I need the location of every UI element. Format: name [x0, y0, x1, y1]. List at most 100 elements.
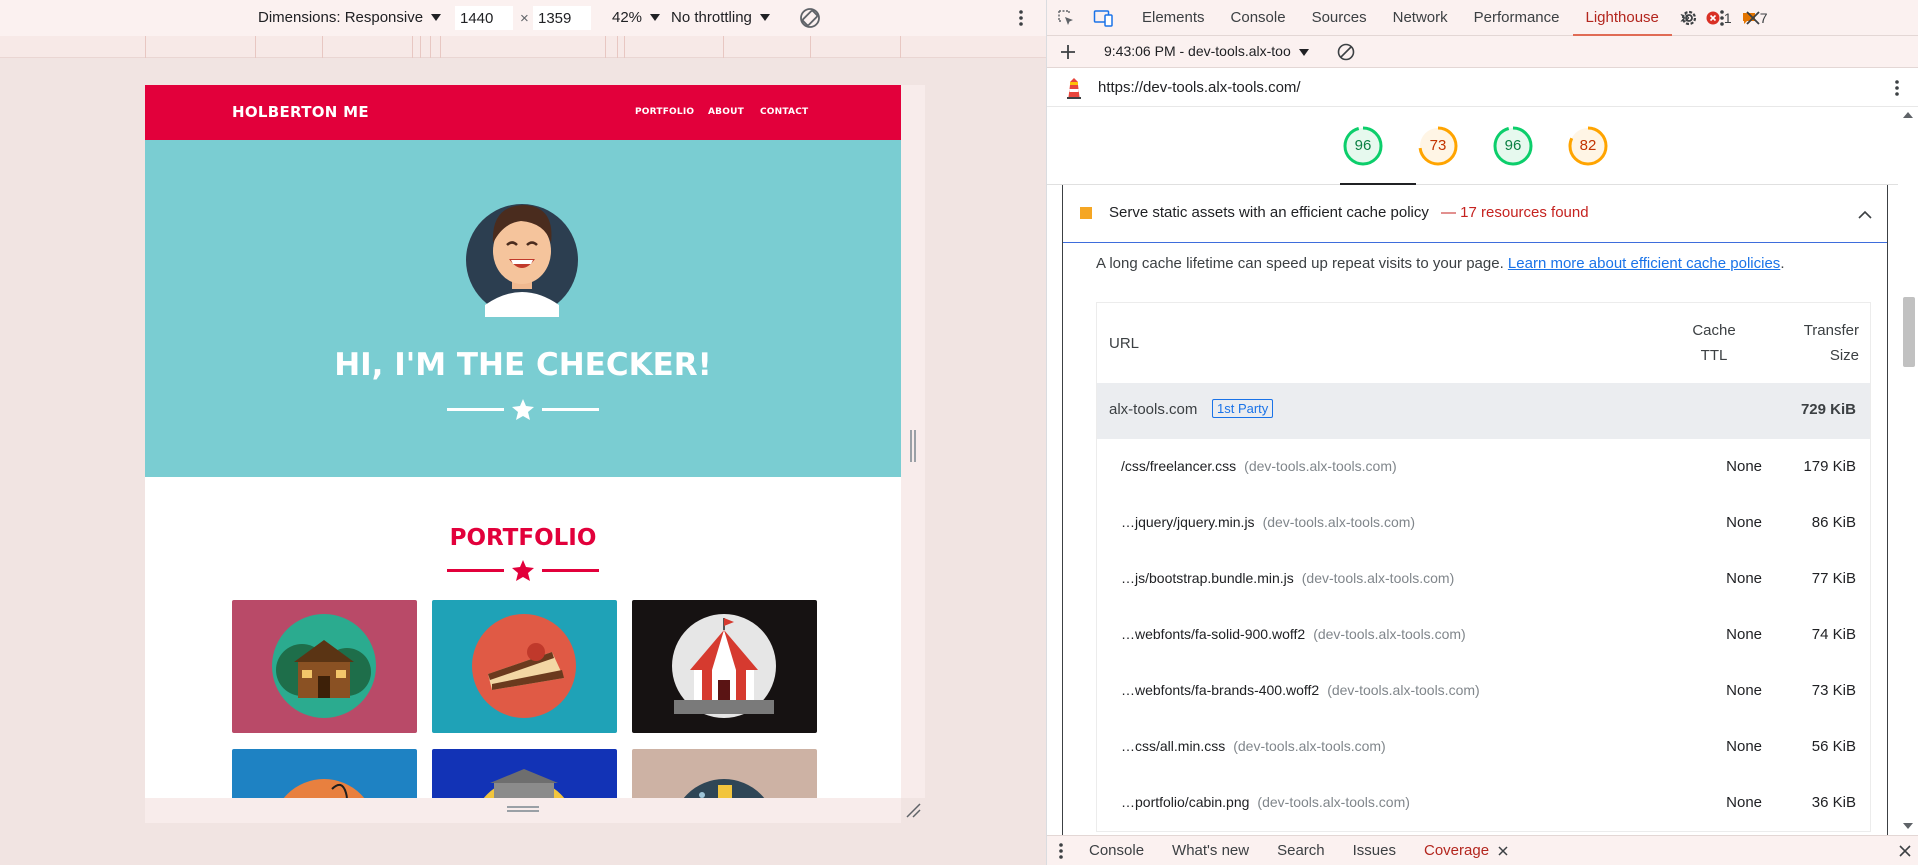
report-scrollbar[interactable]	[1898, 107, 1918, 835]
learn-more-link[interactable]: Learn more about efficient cache policie…	[1508, 255, 1780, 272]
clear-reports-icon[interactable]	[1336, 42, 1356, 62]
collapse-chevron-up-icon[interactable]	[1857, 207, 1873, 221]
group-size: 729 KiB	[1800, 401, 1856, 418]
table-row[interactable]: /css/freelancer.css (dev-tools.alx-tools.…	[1097, 439, 1870, 495]
column-transfer-size-line1: Transfer	[1803, 322, 1859, 339]
portfolio-tile-cabin[interactable]	[232, 600, 417, 733]
report-url[interactable]: https://dev-tools.alx-tools.com/	[1098, 79, 1301, 96]
scroll-down-arrow-icon[interactable]	[1898, 819, 1918, 833]
inspect-element-icon[interactable]	[1047, 0, 1085, 36]
drawer-tab-coverage[interactable]: Coverage	[1410, 836, 1495, 865]
row-url[interactable]: …webfonts/fa-solid-900.woff2	[1121, 626, 1305, 642]
score-gauges: 96 73 96 82	[1047, 107, 1918, 185]
scroll-thumb[interactable]	[1903, 297, 1915, 367]
audit-description-end: .	[1780, 255, 1785, 272]
site-navbar: HOLBERTON ME PORTFOLIO ABOUT CONTACT	[145, 85, 901, 140]
close-devtools-icon[interactable]	[1743, 8, 1763, 28]
row-url[interactable]: …webfonts/fa-brands-400.woff2	[1121, 682, 1319, 698]
portfolio-tile-submarine[interactable]	[632, 749, 817, 798]
table-row[interactable]: …css/all.min.css (dev-tools.alx-tools.com…	[1097, 719, 1870, 775]
viewport-resize-handle-bottom[interactable]	[145, 798, 901, 823]
devtools-menu-icon[interactable]	[1714, 8, 1730, 28]
tab-network[interactable]: Network	[1380, 0, 1461, 36]
row-url[interactable]: /css/freelancer.css	[1121, 458, 1236, 474]
drawer-tab-whats-new[interactable]: What's new	[1158, 836, 1263, 865]
table-row[interactable]: …webfonts/fa-brands-400.woff2 (dev-tools.…	[1097, 663, 1870, 719]
drawer-menu-icon[interactable]	[1047, 836, 1075, 865]
row-cache-ttl: None	[1726, 626, 1762, 643]
gauge-accessibility[interactable]: 73	[1417, 125, 1459, 167]
row-url[interactable]: …css/all.min.css	[1121, 738, 1225, 754]
drawer-tab-search[interactable]: Search	[1263, 836, 1339, 865]
table-row[interactable]: …webfonts/fa-solid-900.woff2 (dev-tools.a…	[1097, 607, 1870, 663]
group-host: alx-tools.com	[1109, 401, 1198, 418]
table-row[interactable]: …js/bootstrap.bundle.min.js (dev-tools.al…	[1097, 551, 1870, 607]
more-options-icon[interactable]	[1013, 8, 1029, 28]
gauge-seo[interactable]: 82	[1567, 125, 1609, 167]
table-row[interactable]: …jquery/jquery.min.js (dev-tools.alx-tool…	[1097, 495, 1870, 551]
drawer-tab-issues[interactable]: Issues	[1339, 836, 1410, 865]
corner-resize-icon[interactable]	[902, 799, 924, 821]
scroll-up-arrow-icon[interactable]	[1898, 109, 1918, 123]
tab-lighthouse[interactable]: Lighthouse	[1572, 0, 1672, 36]
media-query-ruler[interactable]	[0, 36, 1046, 58]
audit-header[interactable]: Serve static assets with an efficient ca…	[1063, 185, 1887, 243]
device-toolbar: Dimensions: Responsive × 42% No throttli…	[0, 0, 1046, 36]
row-host: (dev-tools.alx-tools.com)	[1233, 738, 1386, 754]
settings-gear-icon[interactable]	[1678, 7, 1700, 29]
hero-title: HI, I'M THE CHECKER!	[334, 347, 712, 383]
row-transfer-size: 77 KiB	[1811, 570, 1856, 587]
device-emulation-pane: Dimensions: Responsive × 42% No throttli…	[0, 0, 1046, 865]
drawer-tab-console[interactable]: Console	[1075, 836, 1158, 865]
row-host: (dev-tools.alx-tools.com)	[1244, 458, 1397, 474]
height-input[interactable]	[533, 6, 591, 30]
column-transfer-size-line2: Size	[1829, 347, 1859, 364]
column-transfer-size: Transfer Size	[1797, 318, 1859, 368]
close-coverage-tab-icon[interactable]	[1495, 836, 1511, 865]
row-host: (dev-tools.alx-tools.com)	[1327, 682, 1480, 698]
row-cache-ttl: None	[1726, 738, 1762, 755]
report-selector[interactable]: 9:43:06 PM - dev-tools.alx-too	[1104, 43, 1309, 59]
portfolio-tile-safe[interactable]	[432, 749, 617, 798]
row-cache-ttl: None	[1726, 794, 1762, 811]
nav-link-portfolio[interactable]: PORTFOLIO	[635, 107, 694, 117]
row-url[interactable]: …js/bootstrap.bundle.min.js	[1121, 570, 1294, 586]
viewport-resize-handle-right[interactable]	[901, 85, 925, 798]
audit-description: A long cache lifetime can speed up repea…	[1096, 255, 1784, 272]
nav-link-about[interactable]: ABOUT	[708, 107, 744, 117]
row-host: (dev-tools.alx-tools.com)	[1257, 794, 1410, 810]
zoom-dropdown[interactable]: 42%	[612, 9, 661, 26]
device-toolbar-toggle-icon[interactable]	[1085, 0, 1121, 36]
avatar	[466, 204, 578, 317]
row-host: (dev-tools.alx-tools.com)	[1301, 570, 1455, 586]
tab-elements[interactable]: Elements	[1129, 0, 1218, 36]
dimensions-dropdown[interactable]: Dimensions: Responsive	[258, 9, 442, 26]
portfolio-tile-circus[interactable]	[632, 600, 817, 733]
table-group-row: alx-tools.com 1st Party 729 KiB	[1097, 383, 1870, 439]
gauge-score: 82	[1579, 137, 1597, 154]
row-transfer-size: 86 KiB	[1811, 514, 1856, 531]
close-drawer-icon[interactable]	[1897, 843, 1913, 859]
average-status-icon	[1080, 207, 1092, 219]
row-url[interactable]: …jquery/jquery.min.js	[1121, 514, 1255, 530]
width-input[interactable]	[455, 6, 513, 30]
drawer-tab-bar: Console What's new Search Issues Coverag…	[1047, 835, 1918, 865]
tab-performance[interactable]: Performance	[1461, 0, 1573, 36]
new-report-plus-icon[interactable]	[1059, 43, 1077, 61]
row-url[interactable]: …portfolio/cabin.png	[1121, 794, 1249, 810]
submarine-icon	[683, 779, 765, 798]
throttling-dropdown[interactable]: No throttling	[671, 9, 770, 26]
portfolio-tile-game[interactable]	[232, 749, 417, 798]
tab-sources[interactable]: Sources	[1299, 0, 1380, 36]
gauge-performance[interactable]: 96	[1342, 125, 1384, 167]
rotate-icon[interactable]	[797, 5, 823, 31]
nav-link-contact[interactable]: CONTACT	[760, 107, 808, 117]
devtools-panel: Elements Console Sources Network Perform…	[1046, 0, 1918, 865]
tab-console[interactable]: Console	[1218, 0, 1299, 36]
site-brand[interactable]: HOLBERTON ME	[232, 103, 369, 121]
table-row[interactable]: …portfolio/cabin.png (dev-tools.alx-tools…	[1097, 775, 1870, 831]
gauge-best-practices[interactable]: 96	[1492, 125, 1534, 167]
report-menu-icon[interactable]	[1889, 78, 1905, 98]
row-cache-ttl: None	[1726, 514, 1762, 531]
portfolio-tile-cake[interactable]	[432, 600, 617, 733]
